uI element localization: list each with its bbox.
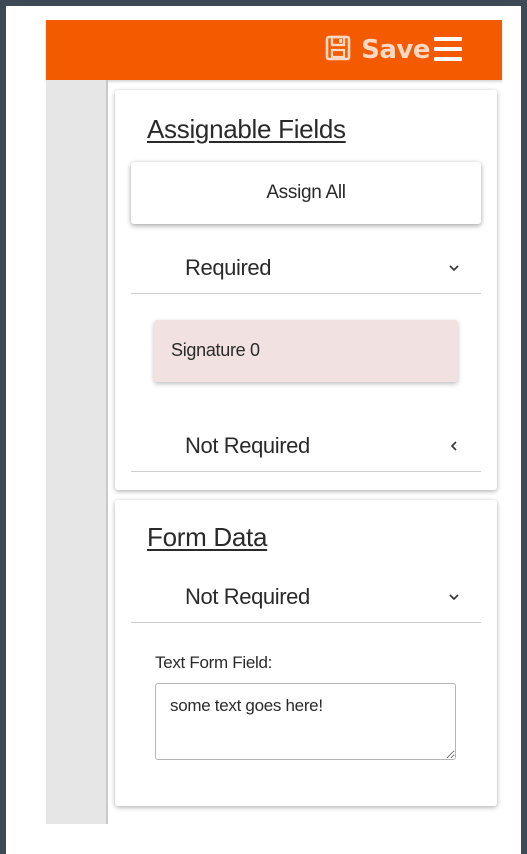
form-not-required-section-label: Not Required — [185, 584, 310, 609]
text-form-field-label: Text Form Field: — [155, 653, 273, 672]
text-form-field-input[interactable]: some text goes here! — [155, 683, 456, 760]
sidebar — [46, 80, 108, 824]
save-button[interactable]: Save — [325, 30, 430, 70]
signature-field-label: Signature 0 — [171, 340, 260, 360]
required-section-header[interactable]: Required — [131, 243, 481, 294]
save-label: Save — [361, 35, 430, 65]
form-not-required-section-header[interactable]: Not Required — [131, 572, 481, 623]
signature-field-chip[interactable]: Signature 0 — [154, 320, 458, 382]
not-required-section-label: Not Required — [185, 433, 310, 458]
floppy-disk-icon — [325, 35, 351, 66]
chevron-down-icon — [447, 261, 461, 275]
hamburger-menu-icon[interactable] — [434, 37, 462, 61]
top-toolbar: Save — [46, 20, 502, 80]
not-required-section-header[interactable]: Not Required — [131, 421, 481, 472]
assignable-fields-title: Assignable Fields — [147, 114, 346, 144]
required-section-label: Required — [185, 255, 272, 280]
chevron-down-icon — [447, 590, 461, 604]
chevron-left-icon — [447, 439, 461, 453]
form-data-title: Form Data — [147, 522, 268, 552]
form-data-panel: Form Data Not Required Text Form Field: … — [115, 500, 497, 806]
assignable-fields-panel: Assignable Fields Assign All Required Si… — [115, 90, 497, 490]
assign-all-button[interactable]: Assign All — [131, 162, 481, 224]
